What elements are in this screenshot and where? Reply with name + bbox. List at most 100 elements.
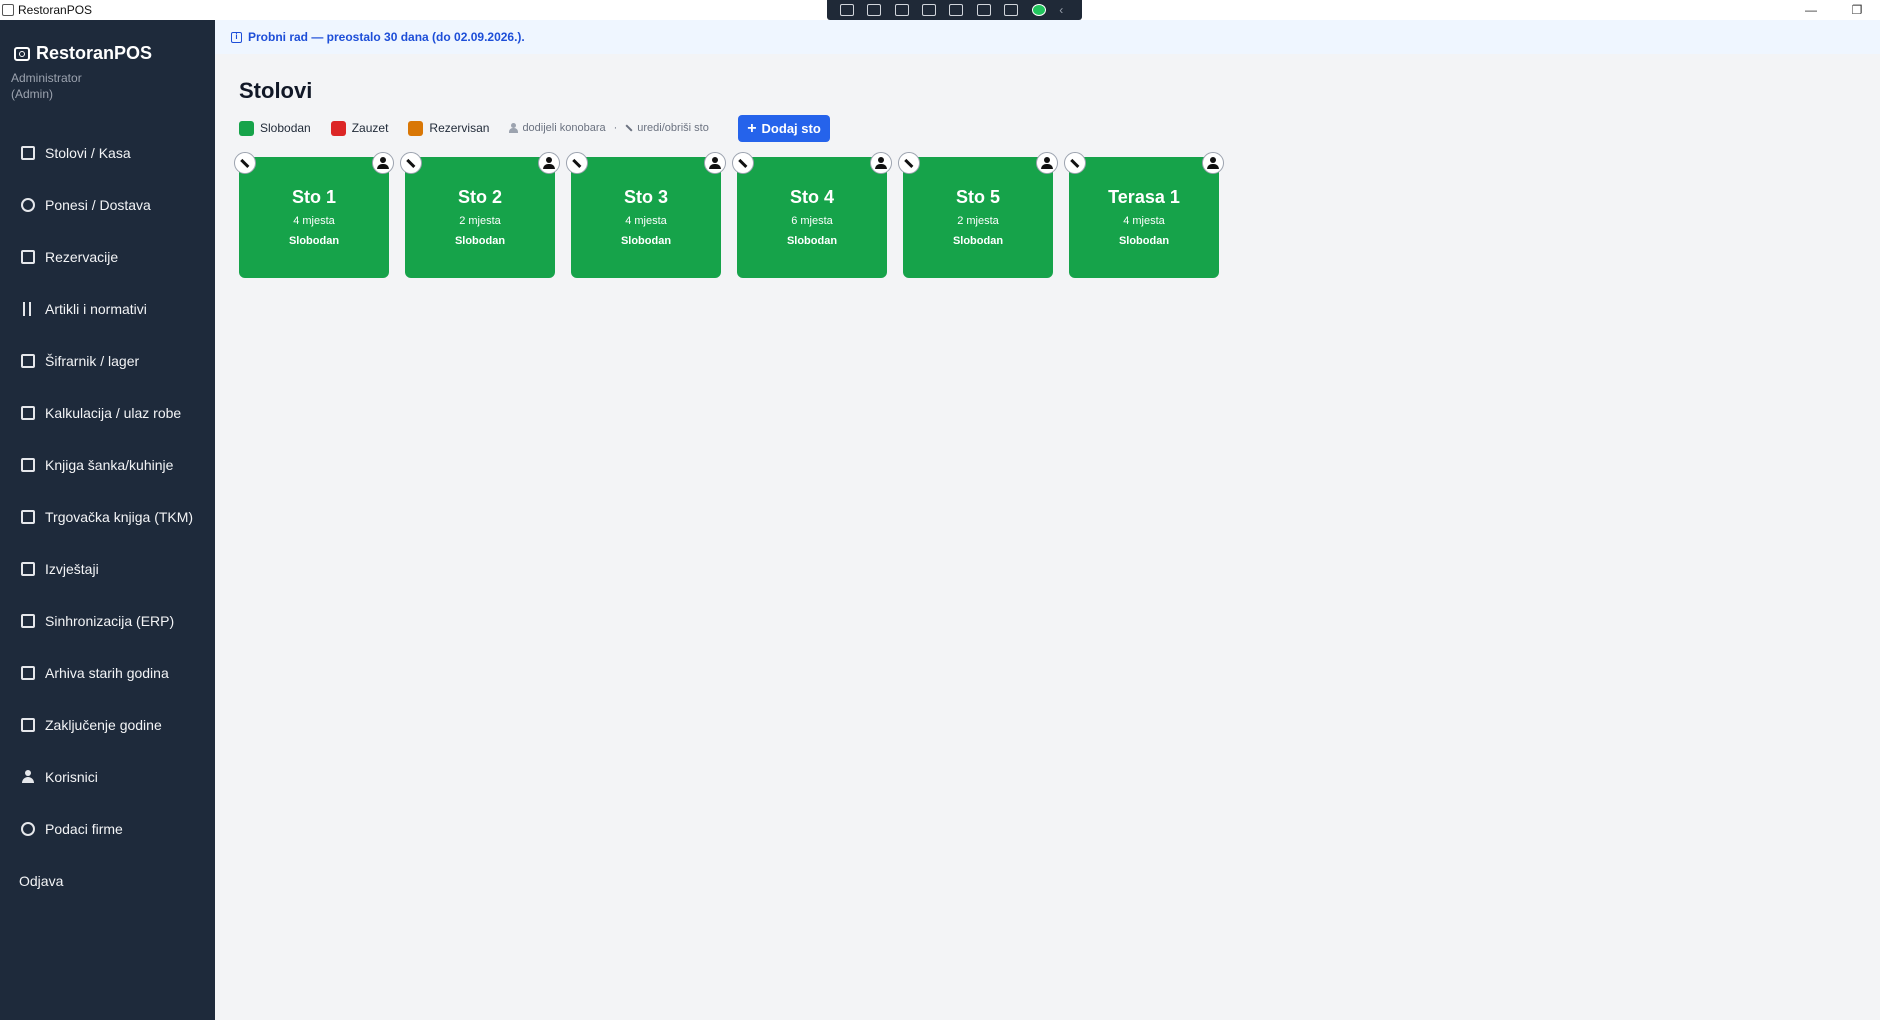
sync-icon xyxy=(21,614,35,628)
gear-icon xyxy=(21,822,35,836)
status-legend: Slobodan Zauzet Rezervisan dodijeli kono… xyxy=(239,117,709,139)
sidebar-item-izvjestaji[interactable]: Izvještaji xyxy=(0,543,215,595)
sidebar-item-rezervacije[interactable]: Rezervacije xyxy=(0,231,215,283)
collapse-chevron-icon[interactable]: ‹ xyxy=(1059,4,1069,16)
video-icon[interactable] xyxy=(867,4,882,16)
sidebar-item-label: Korisnici xyxy=(45,769,98,785)
brand: RestoranPOS xyxy=(14,43,152,64)
app-icon xyxy=(2,4,14,16)
user-info: Administrator (Admin) xyxy=(11,70,82,102)
sidebar-item-ponesi-dostava[interactable]: Ponesi / Dostava xyxy=(0,179,215,231)
sidebar-item-knjiga-sanka[interactable]: Knjiga šanka/kuhinje xyxy=(0,439,215,491)
check-icon[interactable] xyxy=(1031,4,1046,16)
trial-banner-text: Probni rad — preostalo 30 dana (do 02.09… xyxy=(248,30,525,44)
assign-waiter-icon[interactable] xyxy=(1036,152,1058,174)
sidebar-item-zakljucenje[interactable]: Zaključenje godine xyxy=(0,699,215,751)
table-name: Sto 5 xyxy=(955,187,1000,207)
truck-icon xyxy=(21,406,35,420)
sidebar-item-label: Zaključenje godine xyxy=(45,717,162,733)
edit-pencil-icon[interactable] xyxy=(898,152,920,174)
assign-waiter-icon[interactable] xyxy=(372,152,394,174)
edit-pencil-icon[interactable] xyxy=(732,152,754,174)
edit-pencil-icon[interactable] xyxy=(234,152,256,174)
debug-toolbar: ‹ xyxy=(827,0,1082,20)
tables-grid: Sto 1 4 mjesta Slobodan Sto 2 2 mjesta S… xyxy=(234,152,1235,278)
sidebar-item-label: Sinhronizacija (ERP) xyxy=(45,613,175,629)
select-element-icon[interactable] xyxy=(894,4,909,16)
assign-waiter-icon[interactable] xyxy=(870,152,892,174)
cash-register-icon xyxy=(14,46,30,61)
sidebar-item-label: Arhiva starih godina xyxy=(45,665,169,681)
assign-waiter-icon[interactable] xyxy=(1202,152,1224,174)
edit-pencil-icon[interactable] xyxy=(1064,152,1086,174)
bar-chart-icon xyxy=(21,562,35,576)
user-role: (Admin) xyxy=(11,87,54,101)
table-status: Slobodan xyxy=(288,235,340,247)
display-layout-icon[interactable] xyxy=(922,4,937,16)
sidebar-item-artikli[interactable]: Artikli i normativi xyxy=(0,283,215,335)
table-seats: 4 mjesta xyxy=(293,215,335,227)
legend-reserved: Rezervisan xyxy=(408,120,489,136)
hint-separator: · xyxy=(613,122,618,134)
restore-button[interactable]: ❐ xyxy=(1834,0,1880,20)
table-name: Sto 2 xyxy=(457,187,502,207)
sidebar-item-trgovacka-knjiga[interactable]: Trgovačka knjiga (TKM) xyxy=(0,491,215,543)
sidebar-item-label: Stolovi / Kasa xyxy=(45,145,131,161)
edit-pencil-icon[interactable] xyxy=(566,152,588,174)
plus-icon: + xyxy=(747,119,757,137)
legend-reserved-swatch xyxy=(408,120,424,136)
cash-register-icon xyxy=(21,146,35,160)
legend-hint: dodijeli konobara · uredi/obriši sto xyxy=(509,122,709,134)
table-name: Sto 3 xyxy=(623,187,668,207)
brand-name: RestoranPOS xyxy=(36,43,153,63)
sidebar-item-kalkulacija[interactable]: Kalkulacija / ulaz robe xyxy=(0,387,215,439)
table-card[interactable]: Terasa 1 4 mjesta Slobodan xyxy=(1064,152,1224,278)
sidebar-item-label: Knjiga šanka/kuhinje xyxy=(45,457,174,473)
logout-link[interactable]: Odjava xyxy=(0,855,215,907)
table-card[interactable]: Sto 2 2 mjesta Slobodan xyxy=(400,152,560,278)
window-title: RestoranPOS xyxy=(18,3,93,17)
logout-label: Odjava xyxy=(19,873,64,889)
book-icon xyxy=(21,458,35,472)
accessibility-icon[interactable] xyxy=(1004,4,1019,16)
add-table-label: Dodaj sto xyxy=(761,121,821,136)
sidebar-item-label: Izvještaji xyxy=(45,561,99,577)
minimize-button[interactable]: — xyxy=(1788,0,1834,20)
table-seats: 2 mjesta xyxy=(957,215,999,227)
delivery-icon xyxy=(21,198,35,212)
sidebar-item-label: Trgovačka knjiga (TKM) xyxy=(45,509,194,525)
edit-pencil-icon[interactable] xyxy=(400,152,422,174)
live-tree-icon[interactable] xyxy=(839,4,854,16)
table-card[interactable]: Sto 1 4 mjesta Slobodan xyxy=(234,152,394,278)
hot-reload-icon[interactable] xyxy=(976,4,991,16)
page-title: Stolovi xyxy=(239,78,313,103)
trial-banner: i Probni rad — preostalo 30 dana (do 02.… xyxy=(215,20,1880,54)
fork-knife-icon xyxy=(21,302,35,316)
main-content: i Probni rad — preostalo 30 dana (do 02.… xyxy=(215,20,1880,1020)
calendar-lock-icon xyxy=(21,718,35,732)
table-card[interactable]: Sto 4 6 mjesta Slobodan xyxy=(732,152,892,278)
assign-waiter-icon[interactable] xyxy=(704,152,726,174)
table-card[interactable]: Sto 5 2 mjesta Slobodan xyxy=(898,152,1058,278)
legend-free: Slobodan xyxy=(239,120,311,136)
assign-waiter-icon[interactable] xyxy=(538,152,560,174)
user-icon xyxy=(509,123,519,133)
table-status: Slobodan xyxy=(952,235,1004,247)
table-card[interactable]: Sto 3 4 mjesta Slobodan xyxy=(566,152,726,278)
legend-occupied-label: Zauzet xyxy=(351,121,389,135)
archive-icon xyxy=(21,666,35,680)
sidebar-item-podaci-firme[interactable]: Podaci firme xyxy=(0,803,215,855)
sidebar-item-sinhronizacija[interactable]: Sinhronizacija (ERP) xyxy=(0,595,215,647)
sidebar: RestoranPOS Administrator (Admin) Stolov… xyxy=(0,20,215,1020)
hint-edit-text: uredi/obriši sto xyxy=(637,122,709,134)
track-focus-icon[interactable] xyxy=(949,4,964,16)
sidebar-item-korisnici[interactable]: Korisnici xyxy=(0,751,215,803)
ledger-icon xyxy=(21,510,35,524)
table-status: Slobodan xyxy=(786,235,838,247)
add-table-button[interactable]: + Dodaj sto xyxy=(738,115,830,142)
sidebar-item-stolovi-kasa[interactable]: Stolovi / Kasa xyxy=(0,127,215,179)
user-icon xyxy=(21,770,35,784)
sidebar-item-sifrarnik[interactable]: Šifrarnik / lager xyxy=(0,335,215,387)
table-name: Sto 4 xyxy=(789,187,834,207)
sidebar-item-arhiva[interactable]: Arhiva starih godina xyxy=(0,647,215,699)
